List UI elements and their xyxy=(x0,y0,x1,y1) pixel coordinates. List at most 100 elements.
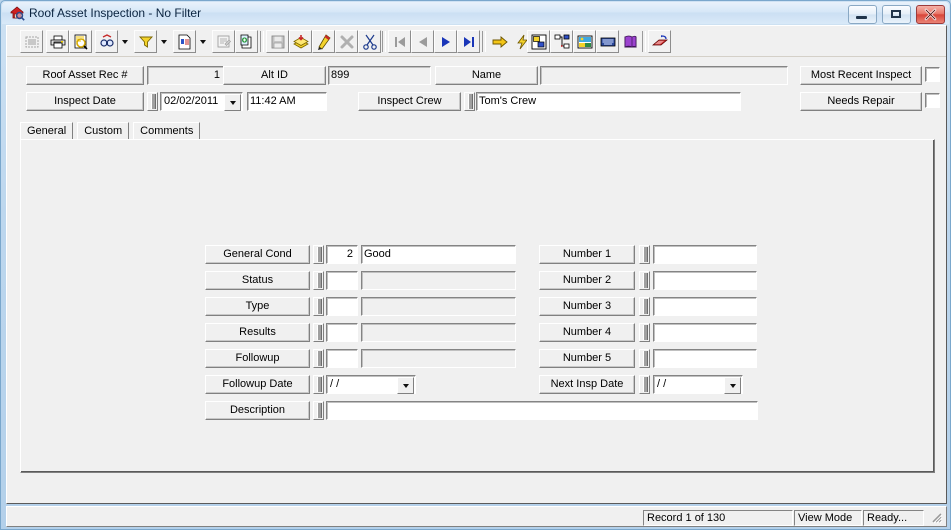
results-label-button[interactable]: Results xyxy=(205,323,310,342)
copy-record-icon[interactable] xyxy=(235,30,258,53)
followup-code[interactable] xyxy=(326,349,358,368)
number-4-label-button[interactable]: Number 4 xyxy=(539,323,635,342)
keyboard-icon[interactable] xyxy=(596,30,619,53)
type-spin[interactable] xyxy=(313,297,324,316)
type-label-button[interactable]: Type xyxy=(205,297,310,316)
inspect-date-spin[interactable] xyxy=(147,92,158,111)
edit-pencil-icon[interactable] xyxy=(312,30,335,53)
number-1-label-button[interactable]: Number 1 xyxy=(539,245,635,264)
chevron-down-icon[interactable] xyxy=(397,377,414,394)
inspect-crew-value[interactable]: Tom's Crew xyxy=(476,92,741,111)
resize-grip[interactable] xyxy=(929,510,943,524)
followup-date-combo[interactable]: / / xyxy=(326,375,416,394)
number-4-value[interactable] xyxy=(653,323,757,342)
inspect-date-combo[interactable]: 02/02/2011 xyxy=(160,92,243,111)
results-text[interactable] xyxy=(361,323,516,342)
number-2-label-button[interactable]: Number 2 xyxy=(539,271,635,290)
inspect-crew-spin[interactable] xyxy=(464,92,475,111)
layout-icon[interactable] xyxy=(527,30,550,53)
last-record-icon[interactable] xyxy=(457,30,480,53)
tab-strip: General Custom Comments xyxy=(20,122,201,140)
description-spin[interactable] xyxy=(313,401,324,420)
general-cond-text[interactable]: Good xyxy=(361,245,516,264)
results-spin[interactable] xyxy=(313,323,324,342)
status-text[interactable] xyxy=(361,271,516,290)
help-book-icon[interactable] xyxy=(619,30,642,53)
select-all-icon[interactable] xyxy=(20,30,43,53)
minimize-button[interactable] xyxy=(847,5,877,24)
alt-id-value[interactable]: 899 xyxy=(328,66,431,85)
general-cond-spin[interactable] xyxy=(313,245,324,264)
description-value[interactable] xyxy=(326,401,758,420)
followup-spin[interactable] xyxy=(313,349,324,368)
followup-date-label-button[interactable]: Followup Date xyxy=(205,375,310,394)
tab-custom[interactable]: Custom xyxy=(77,122,130,140)
description-label-button[interactable]: Description xyxy=(205,401,310,420)
needs-repair-checkbox[interactable] xyxy=(925,93,940,108)
followup-date-spin[interactable] xyxy=(313,375,324,394)
followup-label-button[interactable]: Followup xyxy=(205,349,310,368)
find-dropdown-icon[interactable] xyxy=(118,30,131,53)
previous-record-icon[interactable] xyxy=(411,30,434,53)
post-icon[interactable] xyxy=(289,30,312,53)
inspect-crew-label-button[interactable]: Inspect Crew xyxy=(358,92,461,111)
edit-record-icon[interactable] xyxy=(212,30,235,53)
next-insp-date-spin[interactable] xyxy=(639,375,650,394)
number-3-label-button[interactable]: Number 3 xyxy=(539,297,635,316)
number-2-spin[interactable] xyxy=(639,271,650,290)
general-cond-code[interactable]: 2 xyxy=(326,245,358,264)
print-icon[interactable] xyxy=(46,30,69,53)
followup-text[interactable] xyxy=(361,349,516,368)
status-spin[interactable] xyxy=(313,271,324,290)
number-3-value[interactable] xyxy=(653,297,757,316)
tree-view-icon[interactable] xyxy=(550,30,573,53)
number-4-spin[interactable] xyxy=(639,323,650,342)
find-icon[interactable] xyxy=(95,30,118,53)
save-icon[interactable] xyxy=(266,30,289,53)
chevron-down-icon[interactable] xyxy=(224,94,241,111)
needs-repair-label-button[interactable]: Needs Repair xyxy=(800,92,922,111)
chevron-down-icon[interactable] xyxy=(724,377,741,394)
next-record-icon[interactable] xyxy=(434,30,457,53)
number-1-spin[interactable] xyxy=(639,245,650,264)
type-code[interactable] xyxy=(326,297,358,316)
tab-general[interactable]: General xyxy=(20,122,74,140)
goto-icon[interactable] xyxy=(488,30,511,53)
picture-icon[interactable] xyxy=(573,30,596,53)
roof-asset-rec-label-button[interactable]: Roof Asset Rec # xyxy=(26,66,144,85)
number-5-spin[interactable] xyxy=(639,349,650,368)
status-code[interactable] xyxy=(326,271,358,290)
number-5-value[interactable] xyxy=(653,349,757,368)
most-recent-inspect-label-button[interactable]: Most Recent Inspect xyxy=(800,66,922,85)
cut-icon[interactable] xyxy=(358,30,381,53)
tab-comments[interactable]: Comments xyxy=(133,122,201,140)
report-icon[interactable] xyxy=(173,30,196,53)
exit-icon[interactable] xyxy=(648,30,671,53)
first-record-icon[interactable] xyxy=(388,30,411,53)
most-recent-inspect-checkbox[interactable] xyxy=(925,67,940,82)
toolbar xyxy=(7,26,946,57)
number-3-spin[interactable] xyxy=(639,297,650,316)
print-preview-icon[interactable] xyxy=(69,30,92,53)
status-label-button[interactable]: Status xyxy=(205,271,310,290)
number-5-label-button[interactable]: Number 5 xyxy=(539,349,635,368)
filter-icon[interactable] xyxy=(134,30,157,53)
next-insp-date-label-button[interactable]: Next Insp Date xyxy=(539,375,635,394)
report-dropdown-icon[interactable] xyxy=(196,30,209,53)
name-label-button[interactable]: Name xyxy=(435,66,538,85)
type-text[interactable] xyxy=(361,297,516,316)
maximize-button[interactable] xyxy=(881,5,911,24)
delete-icon[interactable] xyxy=(335,30,358,53)
name-value[interactable] xyxy=(540,66,788,85)
close-button[interactable] xyxy=(916,5,945,24)
number-1-value[interactable] xyxy=(653,245,757,264)
roof-asset-rec-value[interactable]: 1 xyxy=(147,66,225,85)
results-code[interactable] xyxy=(326,323,358,342)
next-insp-date-combo[interactable]: / / xyxy=(653,375,743,394)
alt-id-label-button[interactable]: Alt ID xyxy=(223,66,326,85)
inspect-time-value[interactable]: 11:42 AM xyxy=(247,92,327,111)
filter-dropdown-icon[interactable] xyxy=(157,30,170,53)
inspect-date-label-button[interactable]: Inspect Date xyxy=(26,92,144,111)
number-2-value[interactable] xyxy=(653,271,757,290)
general-cond-label-button[interactable]: General Cond xyxy=(205,245,310,264)
